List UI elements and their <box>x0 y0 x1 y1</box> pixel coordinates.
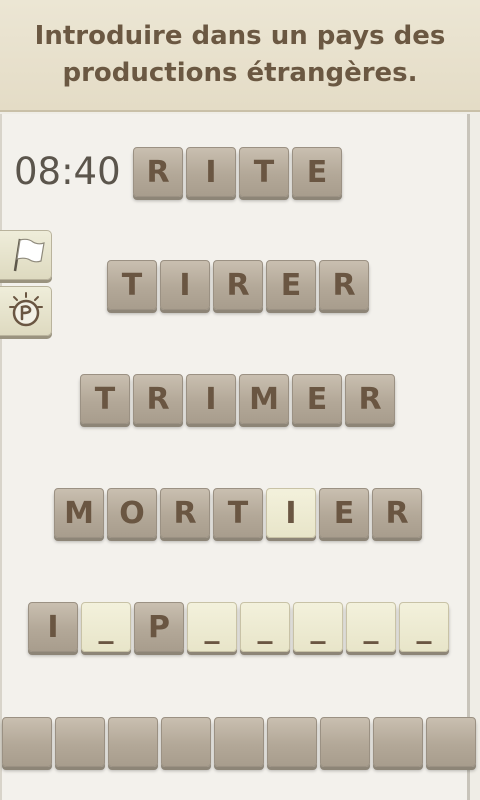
tray-tile[interactable] <box>320 717 370 767</box>
answer-tile-blank[interactable]: _ <box>346 602 396 652</box>
letter-tile: T <box>213 488 263 538</box>
answer-tile-blank[interactable]: _ <box>240 602 290 652</box>
tray-tile[interactable] <box>108 717 158 767</box>
letter-tile: T <box>107 260 157 310</box>
answer-tile-blank[interactable]: _ <box>187 602 237 652</box>
tray-tile[interactable] <box>267 717 317 767</box>
letter-tray <box>2 717 479 767</box>
tray-tile[interactable] <box>373 717 423 767</box>
answer-tile-blank[interactable]: _ <box>399 602 449 652</box>
word-row-1: RITE <box>133 147 345 197</box>
clue-banner: Introduire dans un pays des productions … <box>0 0 480 112</box>
letter-tile: E <box>292 374 342 424</box>
word-row-4: MORTIER <box>54 488 425 538</box>
tray-tile[interactable] <box>55 717 105 767</box>
letter-tile: E <box>319 488 369 538</box>
answer-tile-revealed[interactable]: I <box>28 602 78 652</box>
letter-tile: M <box>239 374 289 424</box>
letter-tile: E <box>266 260 316 310</box>
game-board <box>0 114 470 800</box>
letter-tile: I <box>266 488 316 538</box>
letter-tile: O <box>107 488 157 538</box>
tray-tile[interactable] <box>2 717 52 767</box>
letter-tile: R <box>213 260 263 310</box>
letter-tile: T <box>239 147 289 197</box>
letter-tile: E <box>292 147 342 197</box>
hint-button[interactable] <box>0 286 52 336</box>
answer-tile-revealed[interactable]: P <box>134 602 184 652</box>
letter-tile: T <box>80 374 130 424</box>
tray-tile[interactable] <box>161 717 211 767</box>
letter-tile: R <box>345 374 395 424</box>
letter-tile: R <box>133 374 183 424</box>
tray-tile[interactable] <box>214 717 264 767</box>
word-row-3: TRIMER <box>80 374 398 424</box>
tray-tile[interactable] <box>426 717 476 767</box>
letter-tile: R <box>372 488 422 538</box>
answer-tile-blank[interactable]: _ <box>81 602 131 652</box>
letter-tile: I <box>186 147 236 197</box>
letter-tile: R <box>133 147 183 197</box>
countdown-timer: 08:40 <box>14 150 121 193</box>
flag-icon <box>13 238 45 272</box>
letter-tile: I <box>160 260 210 310</box>
letter-tile: I <box>186 374 236 424</box>
answer-tile-blank[interactable]: _ <box>293 602 343 652</box>
clue-text: Introduire dans un pays des productions … <box>25 18 456 92</box>
answer-row[interactable]: I _ P _ _ _ _ _ <box>28 602 452 652</box>
word-row-2: TIRER <box>107 260 372 310</box>
lightbulb-icon <box>8 292 43 327</box>
letter-tile: R <box>160 488 210 538</box>
letter-tile: M <box>54 488 104 538</box>
flag-button[interactable] <box>0 230 52 280</box>
letter-tile: R <box>319 260 369 310</box>
clue-line-1: Introduire dans un pays des <box>34 21 446 51</box>
clue-line-2: productions étrangères. <box>62 58 418 88</box>
